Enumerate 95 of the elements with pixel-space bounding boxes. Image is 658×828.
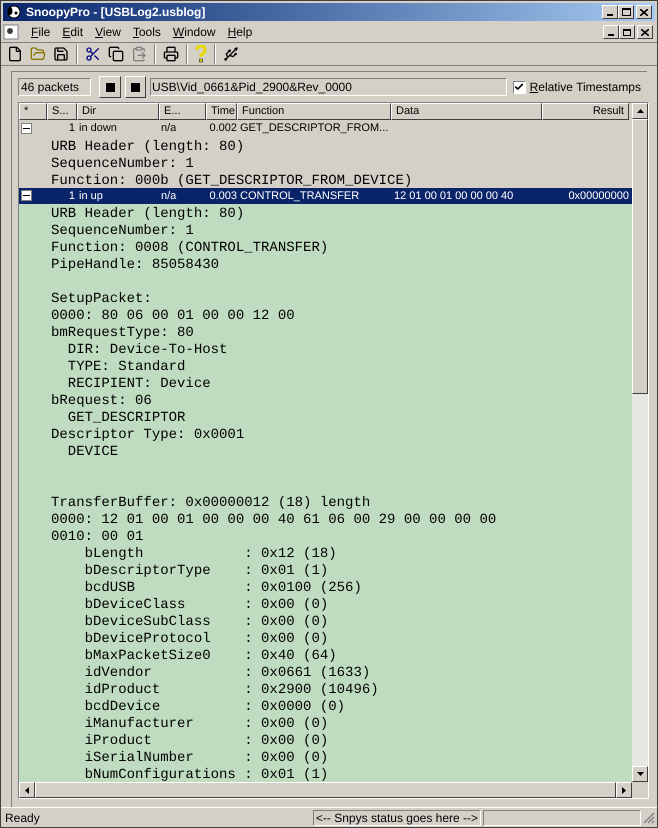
down-arrow-icon[interactable] <box>636 772 644 776</box>
column-header[interactable]: Data <box>391 103 542 120</box>
detail-line: bDeviceSubClass : 0x00 (0) <box>84 614 328 630</box>
detail-line: PipeHandle: 85058430 <box>51 257 220 273</box>
packet-count-field: 46 packets <box>18 78 92 96</box>
endpoint-cell-text: n/a <box>160 188 178 204</box>
device-field: USB\Vid_0661&Pid_2900&Rev_0000 <box>150 78 507 96</box>
detail-line: bDeviceProtocol : 0x00 (0) <box>84 631 328 647</box>
detail-line: idProduct : 0x2900 (10496) <box>84 682 379 698</box>
document-icon[interactable] <box>3 24 19 40</box>
child-minimize-button[interactable] <box>603 25 619 39</box>
usb-icon[interactable] <box>223 46 239 62</box>
menu-item[interactable]: Tools <box>126 23 167 41</box>
detail-line: idVendor : 0x0661 (1633) <box>84 665 370 681</box>
right-arrow-icon[interactable] <box>622 786 626 794</box>
child-restore-button[interactable] <box>619 25 635 39</box>
function-cell-text: CONTROL_TRANSFER <box>239 188 360 204</box>
detail-line: Function: 000b (GET_DESCRIPTOR_FROM_DEVICE) <box>51 172 412 188</box>
detail-line: iProduct : 0x00 (0) <box>84 733 328 749</box>
menu-item[interactable]: Edit <box>56 23 90 41</box>
detail-line: bMaxPacketSize0 : 0x40 (64) <box>84 648 337 664</box>
detail-line: TYPE: Standard <box>66 359 186 375</box>
column-header[interactable]: E... <box>159 103 206 120</box>
detail-line: DEVICE <box>66 444 118 460</box>
detail-line: RECIPIENT: Device <box>66 376 211 392</box>
column-header[interactable]: * <box>19 103 47 120</box>
data-cell-text: 12 01 00 01 00 00 00 40 <box>393 188 514 204</box>
detail-line: bcdUSB : 0x0100 (256) <box>84 580 362 596</box>
detail-line: 0000: 80 06 00 01 00 00 12 00 <box>51 308 295 324</box>
open-folder-icon[interactable] <box>30 46 46 62</box>
stop-button[interactable] <box>124 76 146 98</box>
detail-line: iSerialNumber : 0x00 (0) <box>84 750 328 766</box>
resize-grip-icon[interactable] <box>643 812 655 824</box>
detail-line: bmRequestType: 80 <box>51 325 194 341</box>
status-panel: <-- Snpys status goes here --> <box>312 810 481 826</box>
close-button[interactable] <box>636 5 652 19</box>
sequence-cell-text: 1 <box>68 121 76 136</box>
detail-line: SetupPacket: <box>51 291 152 307</box>
minimize-button[interactable] <box>602 5 618 19</box>
child-close-button[interactable] <box>637 25 653 39</box>
cut-icon[interactable] <box>85 46 101 62</box>
detail-line: bcdDevice : 0x0000 (0) <box>84 699 346 715</box>
time-cell-text: 0.002 <box>208 121 237 136</box>
detail-line: DIR: Device-To-Host <box>66 342 228 358</box>
detail-line: bLength : 0x12 (18) <box>84 546 337 562</box>
sequence-cell-text: 1 <box>68 188 76 204</box>
collapse-toggle-icon[interactable] <box>21 122 32 134</box>
detail-line: bDescriptorType : 0x01 (1) <box>84 563 328 579</box>
column-header[interactable]: Result <box>542 103 629 120</box>
menu-item[interactable]: Window <box>166 23 222 41</box>
detail-line: Function: 0008 (CONTROL_TRANSFER) <box>51 240 328 256</box>
detail-line: GET_DESCRIPTOR <box>66 410 186 426</box>
menu-item[interactable]: View <box>89 23 127 41</box>
save-icon[interactable] <box>53 46 69 62</box>
relative-timestamps-checkbox[interactable]: Relative Timestamps <box>512 78 641 96</box>
detail-line: Descriptor Type: 0x0001 <box>51 427 244 443</box>
column-header[interactable]: Time <box>206 103 237 120</box>
copy-icon[interactable] <box>108 46 124 62</box>
status-message: Ready <box>4 810 41 826</box>
packet-row[interactable]: 1 in up n/a 0.003 CONTROL_TRANSFER 12 01 00 01 00 00 00 40 0x00000000 <box>19 188 632 204</box>
column-header[interactable]: S... <box>47 103 77 120</box>
detail-line: URB Header (length: 80) <box>51 206 244 222</box>
detail-line: 0010: 00 01 <box>51 529 144 545</box>
result-cell-text: 0x00000000 <box>567 188 629 204</box>
detail-line: bDeviceClass : 0x00 (0) <box>84 597 328 613</box>
detail-line: URB Header (length: 80) <box>51 138 244 154</box>
direction-cell-text: in up <box>78 188 104 204</box>
detail-line: TransferBuffer: 0x00000012 (18) length <box>51 495 370 511</box>
direction-cell-text: in down <box>78 121 118 136</box>
dog-icon <box>6 4 22 20</box>
help-icon[interactable] <box>195 45 207 63</box>
menu-item[interactable]: File <box>25 23 56 41</box>
maximize-button[interactable] <box>618 5 634 19</box>
up-arrow-icon[interactable] <box>636 109 644 113</box>
stop-button[interactable] <box>99 76 121 98</box>
collapse-toggle-icon[interactable] <box>21 190 32 202</box>
detail-line: iManufacturer : 0x00 (0) <box>84 716 328 732</box>
close-icon[interactable] <box>641 28 649 36</box>
window-title: SnoopyPro - [USBLog2.usblog] <box>26 4 206 21</box>
detail-line: SequenceNumber: 1 <box>51 223 194 239</box>
column-header[interactable]: Dir <box>77 103 159 120</box>
checkbox-icon[interactable] <box>512 80 526 94</box>
menu-item[interactable]: Help <box>222 23 258 41</box>
detail-line: 0000: 12 01 00 01 00 00 00 40 61 06 00 29 00 00 00 00 <box>51 512 496 528</box>
print-icon[interactable] <box>163 46 179 62</box>
close-icon[interactable] <box>640 8 648 16</box>
detail-line: SequenceNumber: 1 <box>51 156 194 172</box>
function-cell-text: GET_DESCRIPTOR_FROM... <box>239 121 390 136</box>
endpoint-cell-text: n/a <box>160 121 178 136</box>
new-file-icon[interactable] <box>7 46 23 62</box>
time-cell-text: 0.003 <box>208 188 237 204</box>
detail-line: bRequest: 06 <box>51 393 152 409</box>
left-arrow-icon[interactable] <box>25 786 29 794</box>
column-header[interactable]: Function <box>237 103 391 120</box>
detail-line: bNumConfigurations : 0x01 (1) <box>84 767 328 782</box>
